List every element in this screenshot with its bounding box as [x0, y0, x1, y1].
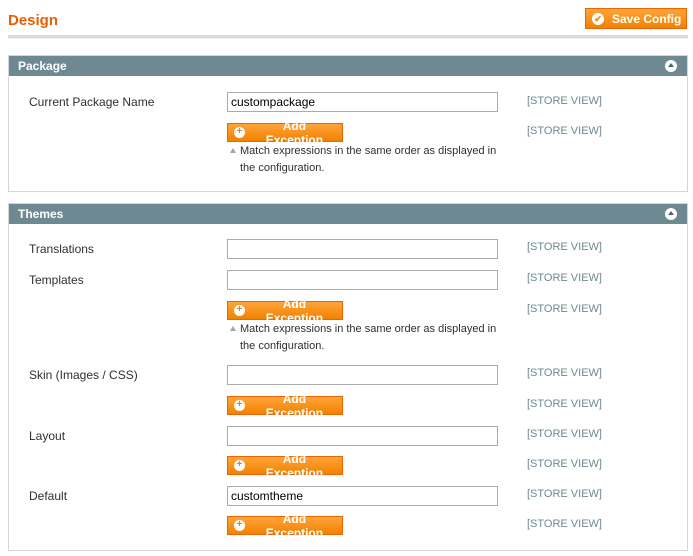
- layout-add-exception-button[interactable]: + Add Exception: [227, 452, 343, 480]
- default-label: Default: [29, 489, 68, 503]
- current-package-scope: [STORE VIEW]: [527, 95, 602, 107]
- package-add-exception-button[interactable]: + Add Exception: [227, 119, 343, 147]
- plus-circle-icon: +: [234, 305, 245, 316]
- package-section: Package Current Package Name [STORE VIEW…: [8, 55, 688, 192]
- templates-exception-scope: [STORE VIEW]: [527, 303, 602, 315]
- templates-input[interactable]: [227, 270, 498, 290]
- package-section-title: Package: [18, 59, 67, 73]
- check-circle-icon: ✔: [592, 12, 604, 25]
- skin-add-exception-button[interactable]: + Add Exception: [227, 392, 343, 420]
- layout-label: Layout: [29, 429, 66, 443]
- default-scope: [STORE VIEW]: [527, 488, 602, 500]
- themes-section-header[interactable]: Themes: [9, 204, 687, 224]
- plus-circle-icon: +: [234, 127, 245, 138]
- skin-label: Skin (Images / CSS): [29, 368, 138, 382]
- layout-scope: [STORE VIEW]: [527, 428, 602, 440]
- package-note-line2: the configuration.: [240, 162, 325, 174]
- add-exception-label: Add Exception: [265, 391, 324, 420]
- themes-section-title: Themes: [18, 207, 64, 221]
- title-divider: [8, 35, 688, 39]
- add-exception-label: Add Exception: [265, 511, 324, 540]
- plus-circle-icon: +: [234, 460, 245, 471]
- chevron-up-icon[interactable]: [665, 208, 677, 220]
- translations-label: Translations: [29, 242, 94, 256]
- skin-exception-scope: [STORE VIEW]: [527, 398, 602, 410]
- layout-input[interactable]: [227, 426, 498, 446]
- templates-add-exception-button[interactable]: + Add Exception: [227, 297, 343, 325]
- package-note: Match expressions in the same order as d…: [227, 143, 507, 177]
- plus-circle-icon: +: [234, 520, 245, 531]
- themes-section: Themes Translations [STORE VIEW] Templat…: [8, 203, 688, 551]
- save-config-label: Save Config: [612, 11, 682, 26]
- package-exception-scope: [STORE VIEW]: [527, 125, 602, 137]
- themes-note: Match expressions in the same order as d…: [227, 321, 507, 355]
- templates-label: Templates: [29, 273, 84, 287]
- translations-input[interactable]: [227, 239, 498, 259]
- current-package-input[interactable]: [227, 92, 498, 112]
- skin-input[interactable]: [227, 365, 498, 385]
- package-note-line1: Match expressions in the same order as d…: [240, 145, 497, 157]
- current-package-label: Current Package Name: [29, 95, 155, 109]
- chevron-up-icon[interactable]: [665, 60, 677, 72]
- save-config-button[interactable]: ✔ Save Config: [585, 8, 687, 29]
- skin-scope: [STORE VIEW]: [527, 367, 602, 379]
- caret-up-icon: [230, 326, 236, 331]
- themes-note-line2: the configuration.: [240, 340, 325, 352]
- layout-exception-scope: [STORE VIEW]: [527, 458, 602, 470]
- caret-up-icon: [230, 148, 236, 153]
- templates-scope: [STORE VIEW]: [527, 272, 602, 284]
- add-exception-label: Add Exception: [265, 451, 324, 480]
- default-input[interactable]: [227, 486, 498, 506]
- default-exception-scope: [STORE VIEW]: [527, 518, 602, 530]
- package-section-header[interactable]: Package: [9, 56, 687, 76]
- plus-circle-icon: +: [234, 400, 245, 411]
- themes-note-line1: Match expressions in the same order as d…: [240, 323, 497, 335]
- translations-scope: [STORE VIEW]: [527, 241, 602, 253]
- page-title: Design: [8, 12, 59, 29]
- default-add-exception-button[interactable]: + Add Exception: [227, 512, 343, 540]
